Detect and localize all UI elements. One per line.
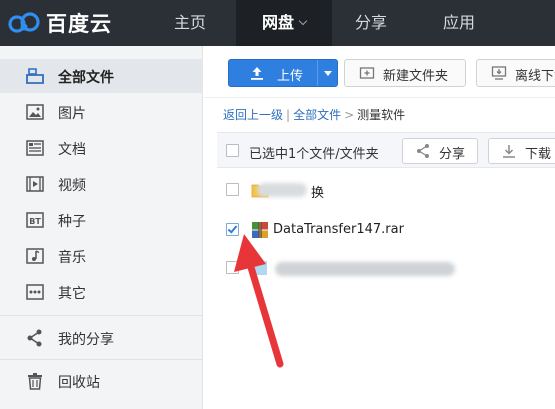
nav-share[interactable]: 分享 bbox=[336, 0, 406, 46]
file-name: 换 bbox=[311, 186, 325, 201]
offline-download-icon bbox=[491, 66, 507, 80]
offline-download-label: 离线下载 bbox=[515, 69, 555, 84]
sidebar-item-recycle-bin[interactable]: 回收站 bbox=[0, 364, 203, 398]
more-icon bbox=[26, 284, 44, 300]
breadcrumb-back-link[interactable]: 返回上一级 bbox=[223, 108, 283, 122]
select-all-checkbox[interactable] bbox=[226, 144, 239, 157]
breadcrumb: 返回上一级 | 全部文件 > 测量软件 bbox=[223, 106, 405, 123]
nav-share-label: 分享 bbox=[354, 13, 387, 32]
nav-apps[interactable]: 应用 bbox=[424, 0, 494, 46]
bt-icon: BT bbox=[26, 212, 44, 228]
sidebar-item-label: 其它 bbox=[58, 286, 86, 302]
file-row[interactable]: 换 bbox=[217, 172, 555, 208]
sidebar-item-other[interactable]: 其它 bbox=[0, 275, 203, 309]
share-icon bbox=[417, 144, 429, 158]
sidebar-item-torrents[interactable]: BT 种子 bbox=[0, 203, 203, 237]
breadcrumb-separator: > bbox=[344, 108, 355, 122]
share-button[interactable]: 分享 bbox=[402, 138, 478, 164]
download-icon bbox=[503, 145, 515, 158]
sidebar-divider bbox=[0, 315, 203, 316]
video-icon bbox=[26, 176, 44, 192]
share-icon bbox=[27, 329, 42, 347]
chevron-down-icon bbox=[298, 16, 308, 26]
trash-icon bbox=[28, 373, 42, 390]
toolbar: 上传 新建文件夹 离线下载 bbox=[204, 46, 555, 98]
blurred-filename bbox=[257, 183, 307, 197]
nav-home[interactable]: 主页 bbox=[150, 0, 230, 46]
new-folder-label: 新建文件夹 bbox=[383, 69, 449, 84]
sidebar-item-videos[interactable]: 视频 bbox=[0, 167, 203, 201]
nav-netdisk-label: 网盘 bbox=[261, 13, 294, 32]
sidebar-item-label: 我的分享 bbox=[58, 332, 114, 348]
sidebar-item-documents[interactable]: 文档 bbox=[0, 131, 203, 165]
new-folder-icon bbox=[359, 67, 375, 79]
image-icon bbox=[26, 104, 44, 120]
upload-button[interactable]: 上传 bbox=[228, 59, 338, 87]
selection-bar: 已选中1个文件/文件夹 分享 下载 bbox=[217, 132, 555, 168]
music-icon bbox=[26, 248, 44, 264]
svg-text:BT: BT bbox=[29, 217, 41, 226]
sidebar-item-label: 回收站 bbox=[58, 375, 100, 391]
new-folder-button[interactable]: 新建文件夹 bbox=[344, 59, 466, 87]
baidu-cloud-logo[interactable]: 百度云 bbox=[8, 7, 112, 39]
logo-text: 百度云 bbox=[46, 12, 112, 36]
file-checkbox[interactable] bbox=[226, 183, 239, 196]
upload-icon bbox=[251, 67, 263, 80]
share-button-label: 分享 bbox=[439, 147, 466, 162]
sidebar-item-label: 音乐 bbox=[58, 250, 86, 266]
folder-icon bbox=[26, 68, 44, 84]
upload-button-label: 上传 bbox=[277, 69, 304, 84]
selection-count-text: 已选中1个文件/文件夹 bbox=[249, 147, 379, 162]
sidebar-item-label: 视频 bbox=[58, 178, 86, 194]
blurred-filename bbox=[275, 262, 455, 276]
sidebar-item-music[interactable]: 音乐 bbox=[0, 239, 203, 273]
sidebar-item-images[interactable]: 图片 bbox=[0, 95, 203, 129]
top-navigation-bar: 百度云 主页 网盘 分享 应用 bbox=[0, 0, 555, 46]
sidebar-item-label: 全部文件 bbox=[58, 70, 114, 86]
breadcrumb-separator: | bbox=[286, 108, 291, 122]
nav-home-label: 主页 bbox=[173, 13, 206, 32]
upload-split-divider bbox=[317, 60, 318, 86]
annotation-arrow-icon bbox=[234, 234, 284, 368]
sidebar-item-label: 图片 bbox=[58, 106, 86, 122]
cloud-logo-icon bbox=[8, 12, 40, 33]
document-icon bbox=[26, 140, 44, 156]
sidebar: 全部文件 图片 文档 视频 BT 种子 音乐 其它 我的分享 回收站 bbox=[0, 46, 203, 409]
sidebar-divider bbox=[0, 359, 203, 360]
chevron-down-icon[interactable] bbox=[324, 71, 332, 76]
download-button-label: 下载 bbox=[525, 147, 552, 162]
offline-download-button[interactable]: 离线下载 bbox=[476, 59, 555, 87]
sidebar-item-my-shares[interactable]: 我的分享 bbox=[0, 321, 203, 355]
sidebar-item-label: 文档 bbox=[58, 142, 86, 158]
nav-apps-label: 应用 bbox=[442, 13, 475, 32]
breadcrumb-current: 测量软件 bbox=[357, 108, 406, 122]
sidebar-item-label: 种子 bbox=[58, 214, 86, 230]
breadcrumb-all-files-link[interactable]: 全部文件 bbox=[293, 108, 341, 122]
sidebar-item-all-files[interactable]: 全部文件 bbox=[0, 59, 203, 93]
nav-netdisk[interactable]: 网盘 bbox=[236, 0, 332, 46]
download-button[interactable]: 下载 bbox=[488, 138, 555, 164]
